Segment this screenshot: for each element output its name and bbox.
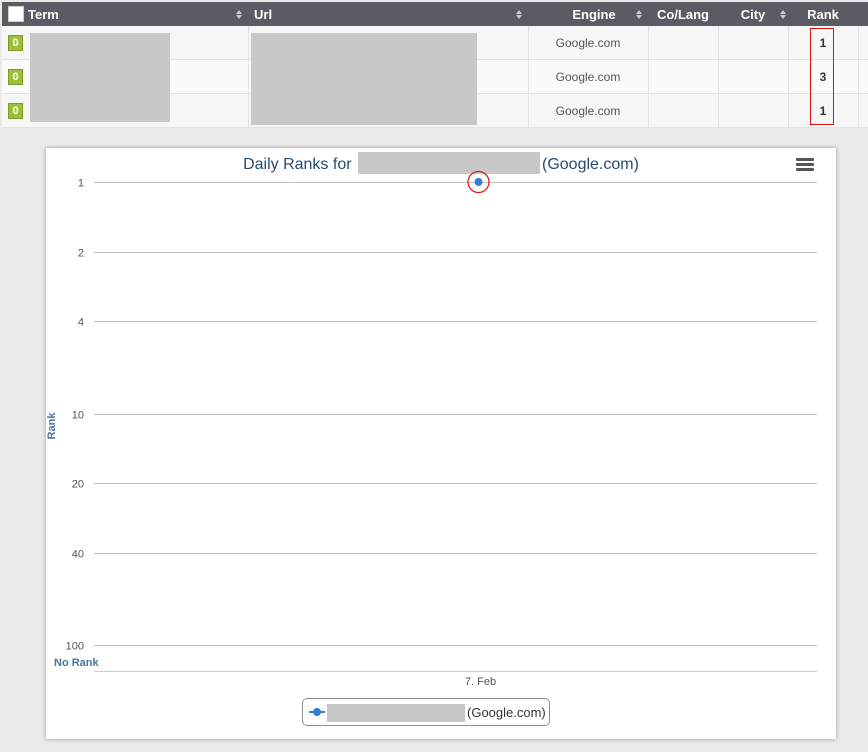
zero-badge[interactable]: 0 [8, 35, 23, 51]
select-all-checkbox[interactable] [8, 6, 24, 22]
legend-series-label: (Google.com) [467, 705, 546, 720]
colang-header-label: Co/Lang [657, 6, 709, 22]
chart-plot: 1 2 4 10 20 40 100 No Rank Rank 7. Feb [46, 170, 817, 688]
y-tick-label: 40 [72, 549, 84, 561]
term-cell[interactable]: 0 [2, 93, 249, 128]
extra-cell [858, 59, 868, 94]
engine-cell: Google.com [528, 26, 649, 60]
colang-cell [648, 59, 719, 94]
sort-icon[interactable] [516, 10, 522, 20]
redacted-url [250, 94, 477, 125]
daily-ranks-chart: Daily Ranks for (Google.com) 1 2 4 10 20 40 10… [46, 148, 836, 739]
url-header-label: Url [254, 6, 273, 22]
city-cell [718, 93, 789, 128]
colang-cell [648, 26, 719, 60]
rank-cell[interactable]: 1 [788, 93, 859, 128]
table-row[interactable]: 0 Google.com 1 [2, 93, 868, 128]
city-cell [718, 26, 789, 60]
url-cell[interactable] [248, 93, 529, 128]
sort-icon[interactable] [780, 10, 786, 20]
y-axis-title: Rank [46, 412, 58, 440]
redacted-url [250, 33, 477, 60]
extra-cell [858, 93, 868, 128]
engine-header-label: Engine [572, 6, 616, 22]
rankings-table: Term Url Engine Co/Lang City Rank 0 Goog… [2, 2, 868, 128]
term-header-label: Term [28, 7, 59, 22]
redacted-url [250, 60, 477, 94]
url-cell[interactable] [248, 26, 529, 60]
rank-cell[interactable]: 3 [788, 59, 859, 94]
column-header-extra [858, 2, 868, 26]
column-header-rank[interactable]: Rank [788, 2, 858, 26]
rank-value: 3 [819, 69, 827, 84]
table-row[interactable]: 0 Google.com 1 [2, 26, 868, 60]
zero-badge[interactable]: 0 [8, 69, 23, 85]
engine-cell: Google.com [528, 59, 649, 94]
column-header-colang[interactable]: Co/Lang [648, 2, 718, 26]
x-tick-label: 7. Feb [465, 676, 496, 688]
url-cell[interactable] [248, 59, 529, 94]
term-cell[interactable]: 0 [2, 59, 249, 94]
term-cell[interactable]: 0 [2, 26, 249, 60]
city-cell [718, 59, 789, 94]
redacted-term [30, 33, 170, 60]
y-tick-label: 10 [72, 410, 84, 422]
y-tick-label: 1 [78, 178, 84, 190]
legend-series-symbol [309, 708, 325, 716]
column-header-city[interactable]: City [718, 2, 788, 26]
legend-item[interactable]: (Google.com) [302, 698, 550, 726]
rankings-grid: Term Url Engine Co/Lang City Rank 0 Goog… [2, 2, 868, 128]
sort-icon[interactable] [636, 10, 642, 20]
table-header-row: Term Url Engine Co/Lang City Rank [2, 2, 868, 26]
rank-cell[interactable]: 1 [788, 26, 859, 60]
zero-badge[interactable]: 0 [8, 103, 23, 119]
engine-cell: Google.com [528, 93, 649, 128]
column-header-url[interactable]: Url [248, 2, 528, 26]
rank-value: 1 [819, 103, 827, 118]
colang-cell [648, 93, 719, 128]
sort-icon[interactable] [236, 10, 242, 20]
rank-value: 1 [819, 35, 827, 50]
y-tick-label: 2 [78, 248, 84, 260]
rank-header-label: Rank [807, 6, 839, 22]
extra-cell [858, 26, 868, 60]
table-row[interactable]: 0 Google.com 3 [2, 59, 868, 94]
column-header-term[interactable]: Term [2, 2, 248, 26]
column-header-engine[interactable]: Engine [528, 2, 648, 26]
no-rank-label: No Rank [54, 657, 100, 669]
y-tick-label: 100 [66, 641, 84, 653]
redacted-term [30, 94, 170, 122]
redacted-legend-term [327, 704, 465, 722]
redacted-term [30, 60, 170, 94]
data-point [474, 178, 483, 186]
y-tick-label: 20 [72, 479, 84, 491]
city-header-label: City [740, 6, 766, 22]
y-tick-label: 4 [78, 317, 84, 329]
